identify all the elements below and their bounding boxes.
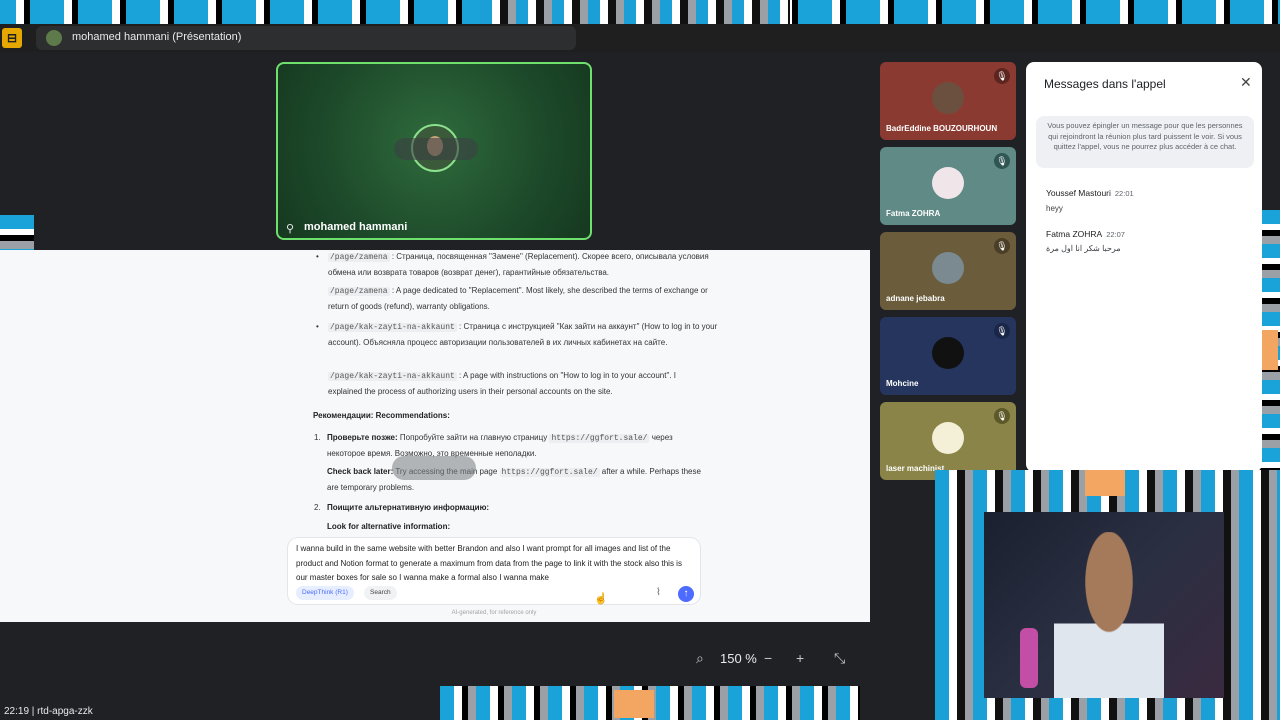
in-call-messages-panel: Messages dans l'appel ✕ Vous pouvez épin… — [1026, 62, 1262, 472]
pin-icon[interactable]: ⚲ — [286, 222, 294, 235]
search-toggle[interactable]: Search — [364, 586, 397, 600]
avatar — [932, 337, 964, 369]
participant-name: Fatma ZOHRA — [886, 209, 941, 218]
participant-name: BadrEddine BOUZOURHOUN — [886, 124, 998, 133]
code-inline: /page/zamena — [328, 287, 390, 296]
avatar — [932, 422, 964, 454]
deepthink-toggle[interactable]: DeepThink (R1) — [296, 586, 354, 600]
participant-name: Mohcine — [886, 379, 919, 388]
presentation-title: mohamed hammani (Présentation) — [72, 31, 242, 43]
shared-screen: • /page/zamena : Страница, посвященная "… — [28, 250, 870, 622]
shared-screen-edge — [0, 250, 28, 622]
code-inline: https://ggfort.sale/ — [549, 434, 650, 443]
tile-controls-overlay[interactable] — [394, 138, 478, 160]
code-inline: /page/kak-zayti-na-akkaunt — [328, 323, 457, 332]
prompt-text[interactable]: I wanna build in the same website with b… — [296, 542, 694, 586]
streamer-webcam — [984, 512, 1224, 698]
meeting-code: 22:19 | rtd-apga-zzk — [4, 706, 93, 717]
code-inline: https://ggfort.sale/ — [499, 468, 600, 477]
streamer — [1054, 532, 1164, 698]
avatar — [46, 30, 62, 46]
pixel-character — [1085, 470, 1125, 496]
participant-tile[interactable]: 🎙 Fatma ZOHRA — [880, 147, 1016, 225]
panel-title: Messages dans l'appel — [1044, 77, 1166, 91]
participant-tile[interactable]: 🎙 BadrEddine BOUZOURHOUN — [880, 62, 1016, 140]
avatar — [932, 252, 964, 284]
pixel-character — [614, 690, 654, 718]
zoom-in-icon[interactable]: + — [796, 650, 804, 666]
message-sender: Youssef Mastouri 22:01 — [1046, 188, 1134, 198]
meeting-info-bar: 22:19 | rtd-apga-zzk — [0, 704, 440, 720]
app-logo-icon[interactable]: ⊟ — [2, 28, 22, 48]
mic-off-icon: 🎙 — [994, 153, 1010, 169]
meeting-top-bar: ⊟ mohamed hammani (Présentation) — [0, 24, 1280, 52]
code-inline: /page/kak-zayti-na-akkaunt — [328, 372, 457, 381]
presenter-name: mohamed hammani — [304, 221, 408, 233]
mic-off-icon: 🎙 — [994, 68, 1010, 84]
avatar — [932, 82, 964, 114]
prompt-input[interactable]: I wanna build in the same website with b… — [288, 538, 700, 604]
presenter-tile[interactable]: ⚲ mohamed hammani — [276, 62, 592, 240]
message-time: 22:01 — [1114, 189, 1134, 198]
zoom-level: 150 % — [720, 651, 757, 666]
message-text: heyy — [1046, 204, 1063, 213]
participant-tile[interactable]: 🎙 laser machinist — [880, 402, 1016, 480]
disclaimer-text: AI-generated, for reference only — [451, 610, 537, 616]
tile-controls-overlay[interactable] — [392, 456, 476, 480]
zoom-controls: ⌕ 150 % − + ⤡ — [0, 622, 870, 686]
presentation-chip[interactable]: mohamed hammani (Présentation) — [36, 26, 576, 50]
close-icon[interactable]: ✕ — [1240, 74, 1252, 91]
message-time: 22:07 — [1106, 230, 1125, 239]
mic-off-icon: 🎙 — [994, 408, 1010, 424]
participant-tile[interactable]: 🎙 Mohcine — [880, 317, 1016, 395]
participant-name: adnane jebabra — [886, 294, 945, 303]
section-heading: Рекомендации: Recommendations: — [313, 411, 450, 420]
send-button[interactable]: ↑ — [678, 586, 694, 602]
zoom-search-icon[interactable]: ⌕ — [696, 650, 704, 667]
pin-info-banner: Vous pouvez épingler un message pour que… — [1036, 116, 1254, 168]
paperclip-icon[interactable]: ⌇ — [656, 587, 661, 598]
avatar — [932, 167, 964, 199]
collapse-icon[interactable]: ⤡ — [834, 650, 845, 667]
hand-cursor-icon: ☝ — [594, 593, 608, 605]
zoom-out-icon[interactable]: − — [764, 650, 772, 666]
code-inline: /page/zamena — [328, 253, 390, 262]
microphone — [1020, 628, 1038, 688]
mic-off-icon: 🎙 — [994, 323, 1010, 339]
message-text: مرحبا شكر انا اول مرة — [1046, 244, 1121, 253]
mic-off-icon: 🎙 — [994, 238, 1010, 254]
message-sender: Fatma ZOHRA 22:07 — [1046, 229, 1125, 239]
participant-tile[interactable]: 🎙 adnane jebabra — [880, 232, 1016, 310]
